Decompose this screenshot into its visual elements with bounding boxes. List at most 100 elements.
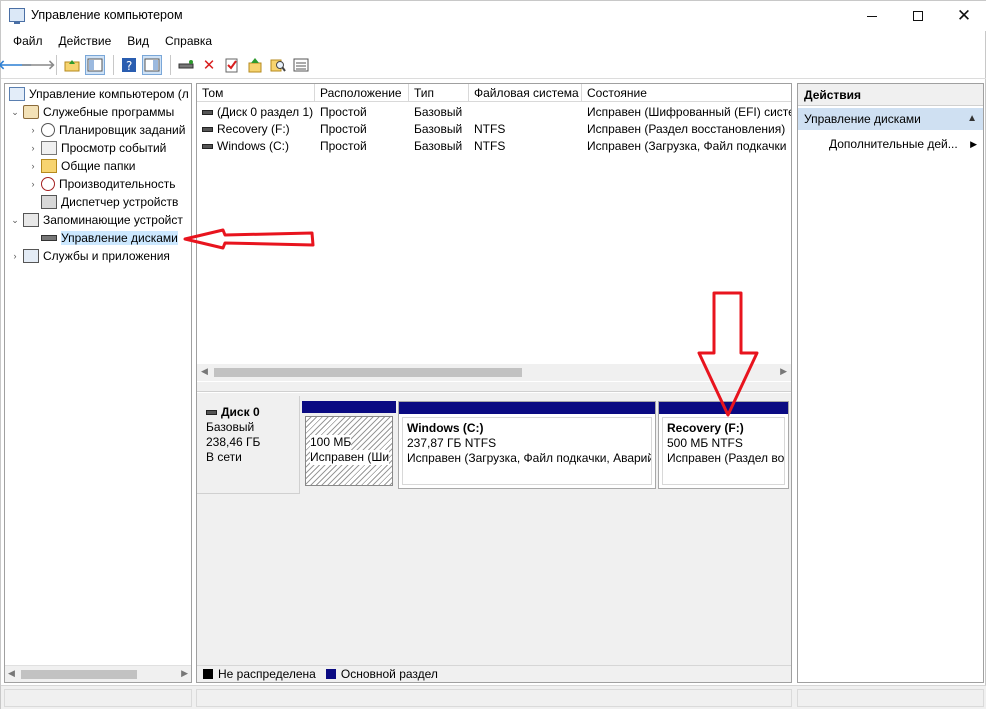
help-svg: ? — [122, 58, 136, 73]
delete-icon[interactable]: ✕ — [199, 55, 219, 75]
filesystem-cell: NTFS — [474, 139, 506, 153]
pane-splitter[interactable] — [197, 382, 791, 392]
computer-icon — [9, 87, 25, 101]
tree-item-root[interactable]: Управление компьютером (л — [7, 85, 189, 103]
disk-management-pane: Том Расположение Тип Файловая система Со… — [196, 83, 792, 683]
collapse-up-icon[interactable]: ▲ — [967, 108, 977, 130]
tree-item-performance[interactable]: › Производительность — [27, 175, 175, 193]
status-segment — [196, 689, 792, 707]
expand-chevron-icon[interactable]: › — [27, 143, 39, 153]
scroll-thumb[interactable] — [214, 368, 522, 377]
storage-icon — [23, 213, 39, 227]
column-header-status[interactable]: Состояние — [582, 84, 791, 102]
filesystem-cell — [469, 104, 582, 121]
scroll-right-icon[interactable]: ▶ — [780, 366, 787, 377]
list-view-svg — [293, 58, 309, 72]
menu-help[interactable]: Справка — [157, 34, 220, 48]
volume-row[interactable]: Windows (C:) Простой Базовый NTFS Исправ… — [197, 138, 791, 155]
volume-list-horizontal-scrollbar[interactable]: ◀ ▶ — [197, 364, 791, 381]
collapse-chevron-icon[interactable]: ⌄ — [9, 107, 21, 118]
volume-cell: Recovery (F:) — [197, 121, 315, 138]
close-icon: ✕ — [956, 6, 972, 25]
expand-chevron-icon[interactable]: › — [9, 251, 21, 261]
partition-recovery[interactable]: Recovery (F:) 500 МБ NTFS Исправен (Разд… — [658, 401, 789, 489]
actions-section-label: Управление дисками — [804, 112, 921, 126]
toolbar-separator — [170, 55, 171, 75]
volume-row[interactable]: Recovery (F:) Простой Базовый NTFS Испра… — [197, 121, 791, 138]
show-hide-action-pane-icon[interactable] — [142, 55, 162, 75]
scroll-thumb[interactable] — [21, 670, 137, 679]
export-icon[interactable] — [245, 55, 265, 75]
tree-item-label: Диспетчер устройств — [61, 195, 179, 209]
svg-text:?: ? — [126, 59, 132, 73]
actions-more-label: Дополнительные дей... — [829, 137, 958, 151]
type-cell: Базовый — [414, 122, 463, 136]
disk-0-info[interactable]: Диск 0 Базовый 238,46 ГБ В сети — [197, 396, 300, 494]
tree-item-services[interactable]: › Службы и приложения — [9, 247, 170, 265]
clock-icon — [41, 123, 55, 137]
window-title: Управление компьютером — [31, 8, 183, 22]
disk-name: Диск 0 — [206, 405, 299, 420]
maximize-button[interactable] — [895, 1, 941, 31]
partition-color-bar — [399, 402, 655, 414]
tree-item-event-viewer[interactable]: › Просмотр событий — [27, 139, 166, 157]
connect-disk-icon[interactable] — [176, 55, 196, 75]
scroll-left-icon[interactable]: ◀ — [201, 366, 208, 377]
tree-item-disk-management[interactable]: Управление дисками — [39, 229, 178, 247]
partition-status: Исправен (Ши — [310, 450, 390, 465]
partition-efi-body: 100 МБ Исправен (Ши — [305, 416, 393, 486]
tree-horizontal-scrollbar[interactable]: ◀ ▶ — [5, 665, 191, 682]
tree-item-task-scheduler[interactable]: › Планировщик заданий — [27, 121, 185, 139]
status-cell: Исправен (Загрузка, Файл подкачки — [587, 139, 787, 153]
legend-item-primary: Основной раздел — [325, 667, 438, 681]
partition-windows[interactable]: Windows (C:) 237,87 ГБ NTFS Исправен (За… — [398, 401, 656, 489]
properties-icon[interactable] — [222, 55, 242, 75]
volume-cell: (Диск 0 раздел 1) — [197, 104, 315, 121]
column-header-type[interactable]: Тип — [409, 84, 469, 102]
partition-color-bar — [659, 402, 788, 414]
column-header-layout[interactable]: Расположение — [315, 84, 409, 102]
maximize-icon — [913, 11, 923, 21]
actions-section-disk-management[interactable]: Управление дисками ▲ — [798, 108, 983, 130]
tree-item-shared-folders[interactable]: › Общие папки — [27, 157, 135, 175]
scroll-left-icon[interactable]: ◀ — [8, 668, 15, 679]
expand-chevron-icon[interactable]: › — [27, 161, 39, 171]
find-icon[interactable] — [268, 55, 288, 75]
expand-chevron-icon[interactable]: › — [27, 125, 39, 135]
menu-view[interactable]: Вид — [119, 34, 157, 48]
submenu-arrow-icon: ▶ — [970, 139, 977, 149]
computer-management-window: Управление компьютером ✕ Файл Действие В… — [0, 0, 986, 709]
status-cell: Исправен (Раздел восстановления) — [587, 122, 786, 136]
tree-item-device-manager[interactable]: Диспетчер устройств — [39, 193, 178, 211]
menu-file[interactable]: Файл — [5, 34, 51, 48]
tree-item-storage[interactable]: ⌄ Запоминающие устройст — [9, 211, 183, 229]
computer-management-icon — [9, 8, 25, 24]
tree-item-utilities[interactable]: ⌄ Служебные программы — [9, 103, 174, 121]
volume-row[interactable]: (Диск 0 раздел 1) Простой Базовый Исправ… — [197, 104, 791, 121]
up-folder-icon[interactable] — [62, 55, 82, 75]
legend-swatch — [203, 669, 213, 679]
collapse-chevron-icon[interactable]: ⌄ — [9, 215, 21, 226]
actions-title: Действия — [798, 84, 983, 106]
help-icon[interactable]: ? — [119, 55, 139, 75]
partition-windows-body: Windows (C:) 237,87 ГБ NTFS Исправен (За… — [402, 417, 652, 485]
menu-action[interactable]: Действие — [51, 34, 120, 48]
shared-folder-icon — [41, 159, 57, 173]
filesystem-cell: NTFS — [474, 122, 506, 136]
title-bar: Управление компьютером ✕ — [1, 1, 986, 31]
list-view-icon[interactable] — [291, 55, 311, 75]
scroll-right-icon[interactable]: ▶ — [181, 668, 188, 679]
show-hide-tree-icon[interactable] — [85, 55, 105, 75]
partition-efi[interactable]: 100 МБ Исправен (Ши — [302, 401, 396, 489]
minimize-button[interactable] — [849, 1, 895, 31]
find-svg — [270, 59, 286, 72]
close-button[interactable]: ✕ — [941, 1, 986, 31]
disk-name-label: Диск 0 — [221, 405, 260, 419]
legend-label: Основной раздел — [340, 667, 438, 681]
actions-more-item[interactable]: Дополнительные дей... ▶ — [798, 134, 983, 154]
column-header-filesystem[interactable]: Файловая система — [469, 84, 582, 102]
tree-item-label: Просмотр событий — [61, 141, 167, 155]
expand-chevron-icon[interactable]: › — [27, 179, 39, 189]
forward-arrow-icon[interactable]: 🡒 — [21, 55, 56, 75]
column-header-volume[interactable]: Том — [197, 84, 315, 102]
